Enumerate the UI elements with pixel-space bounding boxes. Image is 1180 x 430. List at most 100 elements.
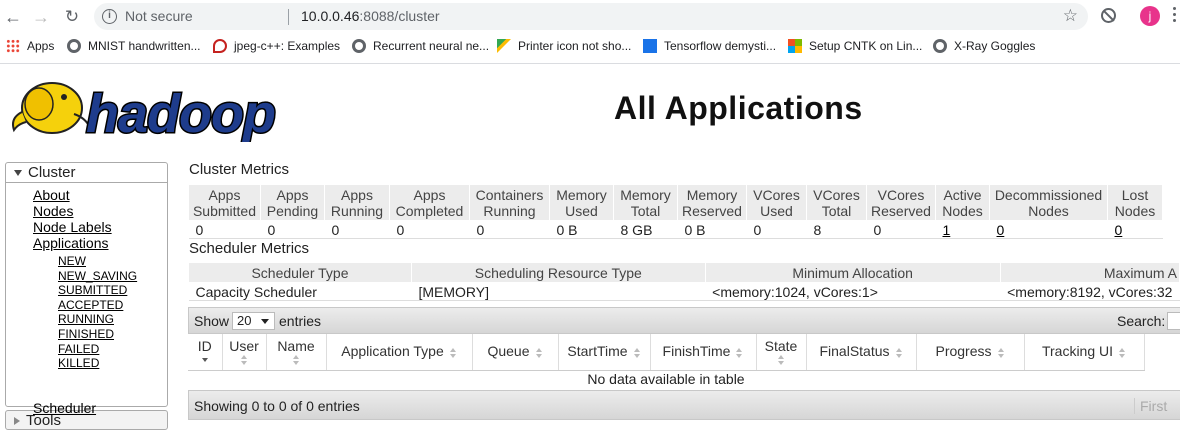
column-header-progress[interactable]: Progress bbox=[916, 334, 1025, 371]
applications-table: ID User Name Application Type Queue StartTime… bbox=[188, 334, 1145, 388]
app-state-link-finished[interactable]: FINISHED bbox=[58, 327, 167, 342]
sort-arrows-icon bbox=[292, 354, 300, 365]
metric-header-line: Used bbox=[565, 202, 598, 219]
elephant-icon bbox=[12, 82, 91, 134]
bookmark-tensorflow-demysti[interactable]: Tensorflow demysti... bbox=[643, 38, 776, 54]
app-state-link-killed[interactable]: KILLED bbox=[58, 356, 167, 371]
column-header-application-type[interactable]: Application Type bbox=[326, 334, 473, 371]
app-state-link-new-saving[interactable]: NEW_SAVING bbox=[58, 269, 167, 284]
metric-value-active-nodes[interactable]: 1 bbox=[943, 222, 951, 238]
column-header-label: FinalStatus bbox=[819, 343, 890, 360]
metric-value-vcores-used: 0 bbox=[746, 220, 807, 239]
bookmark-setup-cntk-on-lin[interactable]: Setup CNTK on Lin... bbox=[788, 38, 922, 54]
metric-value-memory-reserved: 0 B bbox=[677, 220, 747, 239]
scheduler-value-minimum-allocation: <memory:1024, vCores:1> bbox=[705, 282, 1001, 301]
app-state-link-new[interactable]: NEW bbox=[58, 254, 167, 269]
browser-menu-icon[interactable] bbox=[1173, 7, 1177, 25]
metric-value-memory-used: 0 B bbox=[549, 220, 614, 239]
info-icon[interactable]: i bbox=[102, 9, 117, 24]
apps-grid-icon bbox=[6, 39, 20, 53]
metric-header-lost-nodes: Lost Nodes bbox=[1107, 184, 1163, 221]
metric-header-apps-pending: Apps Pending bbox=[260, 184, 325, 221]
metric-header-apps-completed: Apps Completed bbox=[389, 184, 470, 221]
app-state-link-failed[interactable]: FAILED bbox=[58, 342, 167, 357]
cluster-nav-label: Cluster bbox=[28, 164, 76, 181]
cluster-nav-header[interactable]: Cluster bbox=[6, 163, 167, 183]
bookmark-printer-icon-not-sho[interactable]: Printer icon not sho... bbox=[497, 38, 631, 54]
column-header-tracking-ui[interactable]: Tracking UI bbox=[1024, 334, 1145, 371]
bookmark-jpeg-c-examples[interactable]: jpeg-c++: Examples bbox=[213, 38, 340, 54]
sidebar-link-scheduler[interactable]: Scheduler bbox=[33, 400, 96, 416]
app-state-link-accepted[interactable]: ACCEPTED bbox=[58, 298, 167, 313]
metric-header-line: Nodes bbox=[942, 202, 983, 219]
metric-header-line: Active bbox=[943, 186, 982, 203]
column-header-finishtime[interactable]: FinishTime bbox=[650, 334, 757, 371]
column-header-finalstatus[interactable]: FinalStatus bbox=[806, 334, 917, 371]
metric-header-line: Reserved bbox=[682, 202, 742, 219]
metric-cell: 1 bbox=[935, 220, 990, 239]
metric-header-line: Apps bbox=[413, 186, 446, 203]
bookmark-star-icon[interactable]: ☆ bbox=[1063, 6, 1078, 26]
page-size-select[interactable]: 20 bbox=[232, 312, 275, 330]
column-header-id[interactable]: ID bbox=[188, 334, 223, 371]
tensorflow-icon bbox=[643, 39, 657, 53]
cluster-metrics-title: Cluster Metrics bbox=[189, 161, 290, 178]
bookmark-apps[interactable]: Apps bbox=[6, 38, 54, 54]
column-header-label: Queue bbox=[487, 343, 530, 360]
sidebar-link-applications[interactable]: Applications bbox=[33, 235, 167, 251]
column-header-label: ID bbox=[197, 337, 212, 354]
sort-arrows-icon bbox=[997, 347, 1005, 358]
bookmark-recurrent-neural-ne[interactable]: Recurrent neural ne... bbox=[352, 38, 489, 54]
address-bar[interactable]: i Not secure 10.0.0.46:8088/cluster ☆ bbox=[94, 3, 1088, 30]
metric-header-apps-submitted: Apps Submitted bbox=[188, 184, 261, 221]
hadoop-wordmark: hadoop bbox=[86, 84, 275, 142]
metric-header-line: Decommissioned bbox=[994, 186, 1103, 203]
reload-icon[interactable]: ↻ bbox=[61, 6, 83, 28]
metric-header-vcores-reserved: VCores Reserved bbox=[866, 184, 936, 221]
metric-value-decommissioned-nodes[interactable]: 0 bbox=[997, 222, 1005, 238]
metric-header-line: Pending bbox=[266, 202, 319, 219]
sidebar-link-node-labels[interactable]: Node Labels bbox=[33, 219, 167, 235]
metric-header-line: Nodes bbox=[1028, 202, 1069, 219]
metric-header-line: Lost bbox=[1121, 186, 1149, 203]
security-label: Not secure bbox=[125, 8, 193, 24]
scheduler-value-scheduler-type: Capacity Scheduler bbox=[188, 282, 412, 301]
scheduler-metrics-table: Scheduler Type Scheduling Resource Type Mi… bbox=[188, 262, 1180, 301]
collapse-triangle-icon bbox=[14, 170, 22, 177]
metric-header-line: Memory bbox=[556, 186, 607, 203]
column-header-queue[interactable]: Queue bbox=[472, 334, 559, 371]
metric-header-apps-running: Apps Running bbox=[324, 184, 390, 221]
sidebar-link-about[interactable]: About bbox=[33, 187, 167, 203]
column-header-label: FinishTime bbox=[662, 343, 731, 360]
bookmark-x-ray-goggles[interactable]: X-Ray Goggles bbox=[933, 38, 1035, 54]
column-header-label: Tracking UI bbox=[1041, 343, 1114, 360]
url-text[interactable]: 10.0.0.46:8088/cluster bbox=[301, 8, 440, 24]
bookmark-label: Apps bbox=[27, 39, 55, 53]
metric-value-lost-nodes[interactable]: 0 bbox=[1115, 222, 1123, 238]
app-state-link-submitted[interactable]: SUBMITTED bbox=[58, 283, 167, 298]
page-title: All Applications bbox=[614, 90, 863, 126]
sidebar-link-nodes[interactable]: Nodes bbox=[33, 203, 167, 219]
first-page-button[interactable]: First bbox=[1134, 398, 1167, 414]
column-header-user[interactable]: User bbox=[222, 334, 267, 371]
column-header-state[interactable]: State bbox=[756, 334, 807, 371]
column-header-starttime[interactable]: StartTime bbox=[558, 334, 651, 371]
bookmark-mnist-handwritten[interactable]: MNIST handwritten... bbox=[67, 38, 201, 54]
metric-header-line: VCores bbox=[877, 186, 925, 203]
sort-arrows-icon bbox=[201, 355, 209, 365]
metric-header-line: VCores bbox=[813, 186, 860, 203]
forward-arrow-icon[interactable]: → bbox=[30, 6, 52, 28]
search-input[interactable] bbox=[1167, 312, 1180, 330]
empty-row: No data available in table bbox=[188, 370, 1144, 388]
hadoop-logo[interactable]: hadoop bbox=[8, 70, 290, 142]
column-header-name[interactable]: Name bbox=[266, 334, 327, 371]
metric-header-containers-running: Containers Running bbox=[469, 184, 550, 221]
sort-arrows-icon bbox=[240, 354, 248, 365]
back-arrow-icon[interactable]: ← bbox=[2, 6, 24, 28]
scheduler-metrics-title: Scheduler Metrics bbox=[189, 240, 310, 257]
profile-avatar[interactable]: j bbox=[1140, 6, 1160, 26]
blocker-extension-icon[interactable] bbox=[1101, 8, 1116, 23]
empty-message: No data available in table bbox=[587, 371, 745, 388]
metric-header-memory-used: Memory Used bbox=[549, 184, 614, 221]
app-state-link-running[interactable]: RUNNING bbox=[58, 312, 167, 327]
